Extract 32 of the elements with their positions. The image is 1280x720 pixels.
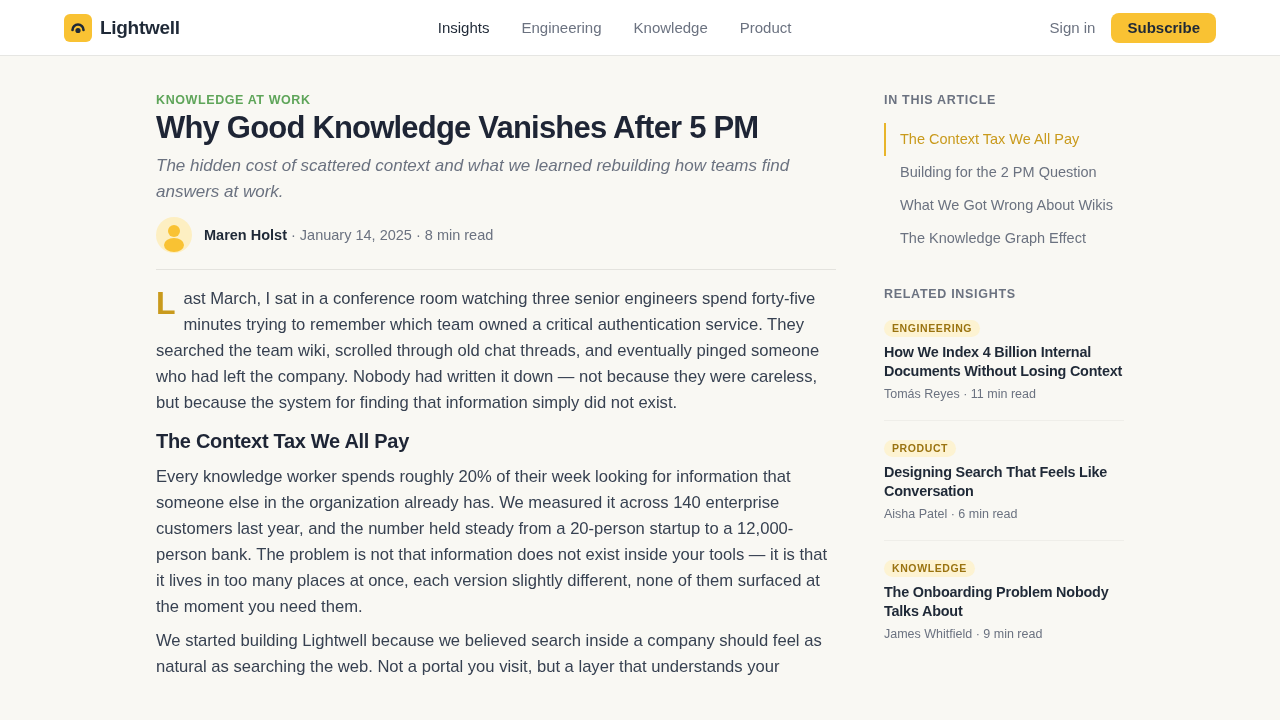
category-tag: KNOWLEDGE: [884, 560, 975, 577]
logo-icon: [64, 13, 92, 42]
body-paragraph: Every knowledge worker spends roughly 20% of their week looking for information that someone else in the organization already has. We measured it across 140 enterprise customers last year, and the number held steady from a 20-person startup to a 12,000-person bank. The problem is not that information does not exist inside your tools — it is that it lives in too many places at once, each version slightly different, none of them surfaced at the moment you need them.: [156, 466, 829, 618]
nav-link[interactable]: Insights: [437, 19, 490, 36]
body-paragraph: We started building Lightwell because we believed search inside a company should feel as natural as searching the web. Not a portal you visit, but a layer that understands your: [156, 630, 823, 678]
related-article-meta: James Whitfield · 9 min read: [884, 626, 1043, 642]
lead-paragraph: Last March, I sat in a conference room watching three senior engineers spend forty-five minutes trying to remember which team owned a critical authentication service. They searched the team wiki, scrolled through old chat threads, and eventually pinged someone who had left the company. Nobody had written it down — not because they were careless, but because the system for finding that information simply did not exist.: [156, 286, 821, 414]
related-article-meta: Aisha Patel · 6 min read: [884, 506, 1018, 522]
brand-name[interactable]: Lightwell: [100, 16, 180, 39]
article-subtitle: The hidden cost of scattered context and what we learned rebuilding how teams find answers at work.: [156, 155, 791, 203]
nav-link[interactable]: Engineering: [521, 19, 602, 36]
toc-link[interactable]: Building for the 2 PM Question: [884, 156, 1124, 189]
category-label: KNOWLEDGE AT WORK: [156, 92, 312, 108]
sign-in-link[interactable]: Sign in: [1049, 19, 1096, 36]
article-meta: · January 14, 2025 · 8 min read: [291, 227, 494, 243]
category-tag: PRODUCT: [884, 440, 957, 457]
author-name[interactable]: Maren Holst: [204, 227, 287, 243]
related-heading: RELATED INSIGHTS: [884, 286, 1017, 302]
related-article-link[interactable]: The Onboarding Problem Nobody Talks About: [884, 583, 1124, 621]
nav-link[interactable]: Knowledge: [633, 19, 708, 36]
nav-link[interactable]: Product: [739, 19, 792, 36]
related-article-link[interactable]: How We Index 4 Billion Internal Documents Without Losing Context: [884, 343, 1124, 381]
toc-heading: IN THIS ARTICLE: [884, 92, 998, 108]
category-tag: ENGINEERING: [884, 320, 981, 337]
subscribe-button[interactable]: Subscribe: [1111, 12, 1216, 43]
related-article-meta: Tomás Reyes · 11 min read: [884, 386, 1036, 402]
toc-link[interactable]: What We Got Wrong About Wikis: [884, 189, 1124, 222]
section-heading: The Context Tax We All Pay: [156, 429, 410, 454]
avatar-icon: [156, 217, 192, 253]
related-article-link[interactable]: Designing Search That Feels Like Conversation: [884, 463, 1124, 501]
toc-link[interactable]: The Knowledge Graph Effect: [884, 222, 1124, 255]
article-title: Why Good Knowledge Vanishes After 5 PM: [156, 110, 760, 146]
